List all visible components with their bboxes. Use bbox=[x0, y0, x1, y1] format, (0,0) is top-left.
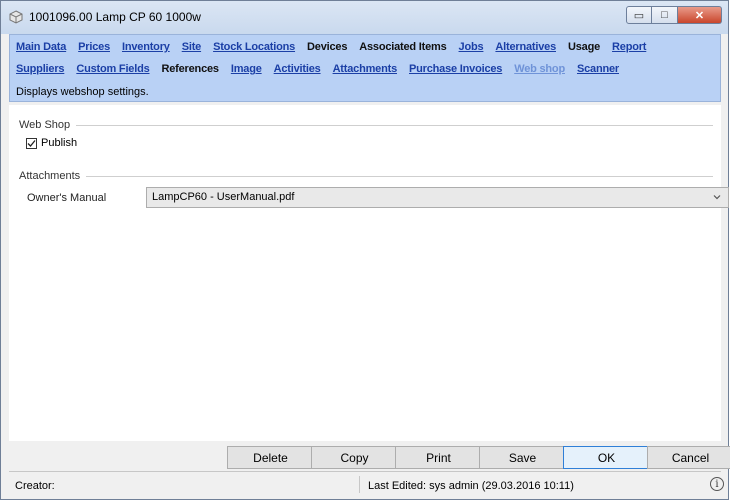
minimize-button[interactable]: ▭ bbox=[626, 6, 652, 24]
close-button[interactable]: ✕ bbox=[678, 6, 722, 24]
webshop-settings-content: Web Shop Publish Attachments Owner's Man… bbox=[9, 105, 729, 441]
nav-web-shop[interactable]: Web shop bbox=[514, 63, 565, 75]
nav-image[interactable]: Image bbox=[231, 63, 262, 75]
nav-purchase-invoices[interactable]: Purchase Invoices bbox=[409, 63, 502, 75]
minimize-icon: ▭ bbox=[633, 9, 645, 22]
publish-checkbox-row[interactable]: Publish bbox=[26, 137, 77, 149]
nav-devices: Devices bbox=[307, 41, 348, 53]
print-button[interactable]: Print bbox=[395, 446, 482, 469]
item-window: 1001096.00 Lamp CP 60 1000w ▭ □ ✕ Main D… bbox=[0, 0, 730, 500]
nav-prices[interactable]: Prices bbox=[78, 41, 110, 53]
window-title: 1001096.00 Lamp CP 60 1000w bbox=[29, 10, 201, 24]
owners-manual-dropdown[interactable]: LampCP60 - UserManual.pdf bbox=[146, 187, 729, 208]
last-edited-text: Last Edited: sys admin (29.03.2016 10:11… bbox=[368, 480, 574, 492]
attachments-group: Attachments bbox=[19, 170, 713, 182]
window-controls: ▭ □ ✕ bbox=[626, 6, 722, 24]
title-bar: 1001096.00 Lamp CP 60 1000w ▭ □ ✕ bbox=[1, 1, 728, 34]
nav-attachments[interactable]: Attachments bbox=[333, 63, 398, 75]
divider bbox=[19, 176, 713, 177]
nav-alternatives[interactable]: Alternatives bbox=[495, 41, 556, 53]
info-icon[interactable]: i bbox=[710, 477, 724, 491]
app-cube-icon bbox=[9, 10, 23, 24]
nav-usage: Usage bbox=[568, 41, 601, 53]
creator-label: Creator: bbox=[15, 480, 55, 492]
nav-suppliers[interactable]: Suppliers bbox=[16, 63, 65, 75]
nav-custom-fields[interactable]: Custom Fields bbox=[76, 63, 149, 75]
publish-label: Publish bbox=[41, 137, 78, 149]
nav-row-1: Main Data Prices Inventory Site Stock Locati… bbox=[16, 41, 658, 53]
nav-activities[interactable]: Activities bbox=[274, 63, 321, 75]
publish-checkbox[interactable] bbox=[26, 137, 37, 149]
checkmark-icon bbox=[27, 139, 36, 147]
maximize-button[interactable]: □ bbox=[652, 6, 678, 24]
nav-site[interactable]: Site bbox=[182, 41, 202, 53]
nav-row-2: Suppliers Custom Fields References Image Act… bbox=[16, 63, 631, 75]
nav-scanner[interactable]: Scanner bbox=[577, 63, 619, 75]
ok-button[interactable]: OK bbox=[563, 446, 650, 469]
nav-associated-items: Associated Items bbox=[359, 41, 447, 53]
section-description: Displays webshop settings. bbox=[16, 86, 149, 98]
chevron-down-icon bbox=[713, 195, 721, 200]
webshop-group-label: Web Shop bbox=[19, 119, 77, 131]
close-icon: ✕ bbox=[694, 9, 705, 22]
attachments-group-label: Attachments bbox=[19, 170, 87, 182]
maximize-icon: □ bbox=[661, 9, 668, 21]
nav-inventory[interactable]: Inventory bbox=[122, 41, 170, 53]
cancel-button[interactable]: Cancel bbox=[647, 446, 730, 469]
owners-manual-value: LampCP60 - UserManual.pdf bbox=[152, 191, 295, 203]
copy-button[interactable]: Copy bbox=[311, 446, 398, 469]
button-bar: Delete Copy Print Save OK Cancel bbox=[9, 443, 730, 469]
divider bbox=[19, 125, 713, 126]
nav-main-data[interactable]: Main Data bbox=[16, 41, 66, 53]
delete-button[interactable]: Delete bbox=[227, 446, 314, 469]
nav-stock-locations[interactable]: Stock Locations bbox=[213, 41, 295, 53]
save-button[interactable]: Save bbox=[479, 446, 566, 469]
nav-report[interactable]: Report bbox=[612, 41, 646, 53]
nav-references: References bbox=[161, 63, 220, 75]
nav-jobs[interactable]: Jobs bbox=[459, 41, 484, 53]
owners-manual-label: Owner's Manual bbox=[27, 192, 107, 204]
status-bar: Creator: Last Edited: sys admin (29.03.2… bbox=[9, 471, 724, 496]
webshop-group: Web Shop bbox=[19, 119, 713, 131]
section-nav-panel: Main Data Prices Inventory Site Stock Locati… bbox=[9, 34, 721, 102]
status-divider bbox=[359, 476, 360, 493]
